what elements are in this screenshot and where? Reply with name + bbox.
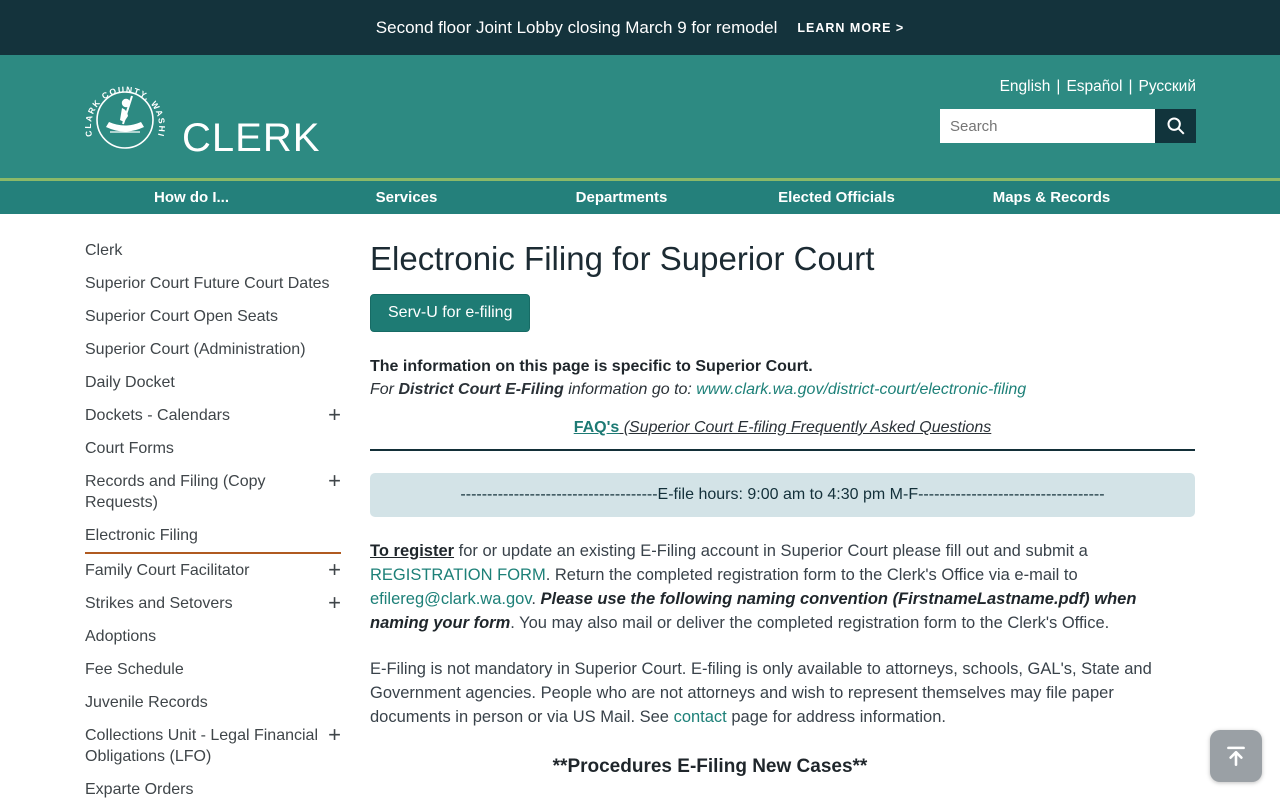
sidebar-item-future-court-dates[interactable]: Superior Court Future Court Dates: [85, 267, 341, 300]
sidebar-item-collections-unit[interactable]: Collections Unit - Legal Financial Oblig…: [85, 719, 341, 773]
sidebar-item-label: Exparte Orders: [85, 781, 194, 798]
paragraph-text: for or update an existing E-Filing accou…: [454, 542, 1088, 560]
nav-services[interactable]: Services: [299, 189, 514, 206]
nav-maps-records[interactable]: Maps & Records: [944, 189, 1159, 206]
sidebar-item-label: Clerk: [85, 242, 123, 259]
sidebar-item-electronic-filing[interactable]: Electronic Filing: [85, 519, 341, 554]
paragraph-text: . Return the completed registration form…: [545, 566, 1078, 584]
divider: [370, 449, 1195, 451]
paragraph-text: .: [531, 590, 541, 608]
sidebar-item-administration[interactable]: Superior Court (Administration): [85, 333, 341, 366]
expand-plus-icon[interactable]: +: [328, 724, 341, 746]
sidebar-item-label: Fee Schedule: [85, 661, 184, 678]
sidebar-item-label: Collections Unit - Legal Financial Oblig…: [85, 727, 318, 765]
learn-more-link[interactable]: LEARN MORE >: [797, 21, 904, 35]
main-nav: How do I... Services Departments Elected…: [0, 178, 1280, 214]
sidebar-item-label: Superior Court Open Seats: [85, 308, 278, 325]
search-button[interactable]: [1155, 109, 1196, 143]
sidebar: Clerk Superior Court Future Court Dates …: [85, 214, 341, 800]
sidebar-item-label: Superior Court Future Court Dates: [85, 275, 330, 292]
sidebar-item-court-forms[interactable]: Court Forms: [85, 432, 341, 465]
procedures-heading: **Procedures E-Filing New Cases**: [552, 756, 868, 777]
sidebar-item-juvenile-records[interactable]: Juvenile Records: [85, 686, 341, 719]
alert-banner: Second floor Joint Lobby closing March 9…: [0, 0, 1280, 55]
sidebar-item-exparte-orders[interactable]: Exparte Orders: [85, 773, 341, 800]
sidebar-item-label: Superior Court (Administration): [85, 341, 306, 358]
scroll-to-top-button[interactable]: [1210, 730, 1262, 782]
expand-plus-icon[interactable]: +: [328, 559, 341, 581]
sidebar-item-family-court-facilitator[interactable]: Family Court Facilitator +: [85, 554, 341, 587]
sidebar-item-clerk[interactable]: Clerk: [85, 234, 341, 267]
expand-plus-icon[interactable]: +: [328, 592, 341, 614]
site-logo[interactable]: CLARK COUNTY, WASHINGTON CLERK: [80, 70, 320, 160]
arrow-to-top-icon: [1227, 746, 1245, 766]
main-content: Electronic Filing for Superior Court Ser…: [370, 214, 1195, 800]
sidebar-item-label: Juvenile Records: [85, 694, 208, 711]
efile-hours-box: -------------------------------------E-f…: [370, 473, 1195, 517]
sidebar-item-fee-schedule[interactable]: Fee Schedule: [85, 653, 341, 686]
lang-separator: |: [1056, 78, 1061, 95]
sidebar-item-dockets-calendars[interactable]: Dockets - Calendars +: [85, 399, 341, 432]
sidebar-item-daily-docket[interactable]: Daily Docket: [85, 366, 341, 399]
mandatory-paragraph: E-Filing is not mandatory in Superior Co…: [370, 657, 1195, 729]
site-name: CLERK: [182, 116, 321, 160]
language-switcher: English | Español | Русский: [1000, 78, 1196, 96]
intro-part: information go to:: [563, 381, 697, 398]
servu-efiling-button[interactable]: Serv-U for e-filing: [370, 294, 531, 332]
page-title: Electronic Filing for Superior Court: [370, 240, 875, 277]
sidebar-item-label: Electronic Filing: [85, 527, 198, 544]
registration-paragraph: To register for or update an existing E-…: [370, 539, 1195, 635]
efilereg-email-link[interactable]: efilereg@clark.wa.gov: [370, 590, 531, 608]
search-bar: [940, 109, 1196, 143]
sidebar-item-adoptions[interactable]: Adoptions: [85, 620, 341, 653]
search-icon: [1166, 117, 1185, 135]
sidebar-item-records-and-filing[interactable]: Records and Filing (Copy Requests) +: [85, 465, 341, 519]
efile-hours-text: -------------------------------------E-f…: [460, 486, 1105, 503]
header-right: English | Español | Русский: [940, 78, 1196, 143]
faq-description: (Superior Court E-filing Frequently Aske…: [619, 419, 992, 436]
expand-plus-icon[interactable]: +: [328, 404, 341, 426]
lang-english-link[interactable]: English: [1000, 78, 1051, 95]
intro-bold-text: The information on this page is specific…: [370, 358, 813, 375]
sidebar-item-label: Daily Docket: [85, 374, 175, 391]
lang-spanish-link[interactable]: Español: [1066, 78, 1122, 95]
sidebar-item-label: Family Court Facilitator: [85, 562, 250, 579]
paragraph-text: page for address information.: [726, 708, 946, 726]
nav-departments[interactable]: Departments: [514, 189, 729, 206]
expand-plus-icon[interactable]: +: [328, 470, 341, 492]
site-header: CLARK COUNTY, WASHINGTON CLERK English|E…: [0, 55, 1280, 178]
faq-line: FAQ's (Superior Court E-filing Frequentl…: [370, 419, 1195, 437]
lang-separator: |: [1128, 78, 1133, 95]
nav-how-do-i[interactable]: How do I...: [84, 189, 299, 206]
registration-form-link[interactable]: REGISTRATION FORM: [370, 566, 546, 584]
sidebar-item-label: Strikes and Setovers: [85, 595, 233, 612]
sidebar-item-open-seats[interactable]: Superior Court Open Seats: [85, 300, 341, 333]
district-court-efiling-text: District Court E-Filing: [398, 381, 564, 398]
intro-part: For: [370, 381, 399, 398]
sidebar-item-label: Records and Filing (Copy Requests): [85, 473, 266, 511]
intro-italic-text: For District Court E-Filing information …: [370, 381, 1195, 399]
sidebar-item-label: Court Forms: [85, 440, 174, 457]
search-input[interactable]: [940, 109, 1155, 143]
contact-link[interactable]: contact: [674, 708, 727, 726]
sidebar-item-strikes-setovers[interactable]: Strikes and Setovers +: [85, 587, 341, 620]
paragraph-text: . You may also mail or deliver the compl…: [510, 614, 1110, 632]
district-court-efiling-link[interactable]: www.clark.wa.gov/district-court/electron…: [696, 381, 1026, 398]
faq-link[interactable]: FAQ's: [574, 419, 620, 436]
county-seal-icon: CLARK COUNTY, WASHINGTON: [80, 70, 166, 149]
nav-elected-officials[interactable]: Elected Officials: [729, 189, 944, 206]
sidebar-item-label: Adoptions: [85, 628, 157, 645]
lang-russian-link[interactable]: Русский: [1138, 78, 1196, 95]
sidebar-item-label: Dockets - Calendars: [85, 407, 230, 424]
to-register-text: To register: [370, 542, 455, 560]
alert-text: Second floor Joint Lobby closing March 9…: [375, 17, 778, 37]
